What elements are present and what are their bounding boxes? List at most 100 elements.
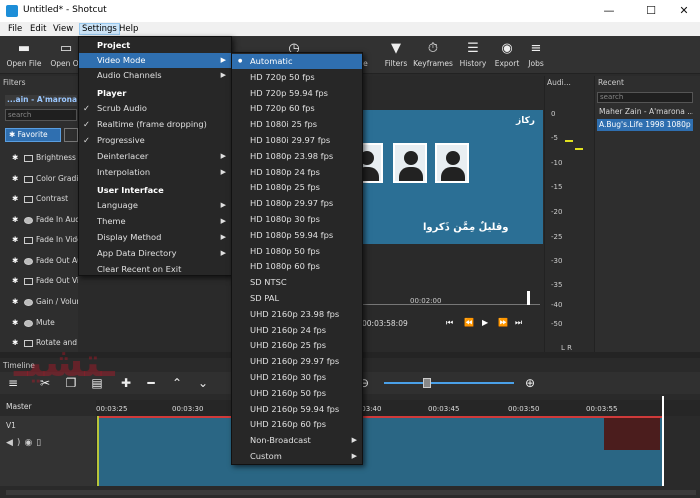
- overwrite-icon[interactable]: ⌄: [195, 375, 211, 391]
- recent-panel: Recent search Maher Zain - A'marona ... …: [594, 76, 700, 356]
- menu-item-display-method[interactable]: Display Method ▶: [79, 230, 231, 245]
- menu-view[interactable]: View: [51, 23, 75, 35]
- lift-icon[interactable]: ⌃: [169, 375, 185, 391]
- keyframes-button[interactable]: ⏱ Keyframes: [411, 39, 455, 71]
- track-name: V1: [6, 421, 16, 430]
- menu-item-video-mode[interactable]: Video Mode ▶: [79, 53, 231, 68]
- recent-item[interactable]: Maher Zain - A'marona ...: [597, 106, 693, 118]
- menu-section-player: Player: [97, 88, 127, 98]
- video-mode-label: HD 720p 60 fps: [250, 103, 315, 114]
- video-mode-item[interactable]: UHD 2160p 29.97 fps: [232, 354, 362, 369]
- menu-item-audio-channels[interactable]: Audio Channels ▶: [79, 68, 231, 83]
- video-mode-item[interactable]: HD 720p 50 fps: [232, 70, 362, 85]
- timeline-ruler[interactable]: 00:03:25 00:03:30 00:03:40 00:03:45 00:0…: [96, 400, 700, 416]
- video-mode-label: UHD 2160p 59.94 fps: [250, 403, 340, 414]
- menu-item-deinterlacer[interactable]: Deinterlacer ▶: [79, 149, 231, 164]
- jobs-button[interactable]: ≡ Jobs: [514, 39, 558, 71]
- video-mode-item[interactable]: UHD 2160p 24 fps: [232, 323, 362, 338]
- video-mode-item[interactable]: UHD 2160p 60 fps: [232, 417, 362, 432]
- menu-file[interactable]: File: [6, 23, 24, 35]
- video-mode-label: UHD 2160p 60 fps: [250, 419, 327, 430]
- video-mode-item[interactable]: ● Automatic: [232, 54, 362, 69]
- video-mode-item[interactable]: UHD 2160p 25 fps: [232, 338, 362, 353]
- mute-icon[interactable]: ◀): [6, 438, 24, 448]
- menu-item-theme[interactable]: Theme ▶: [79, 214, 231, 229]
- preview-ruler[interactable]: 00:02:00: [360, 291, 540, 305]
- portrait-thumbnail: [393, 143, 427, 183]
- append-icon[interactable]: ✚: [118, 375, 134, 391]
- menu-item-app-data-directory[interactable]: App Data Directory ▶: [79, 246, 231, 261]
- video-filters-tab[interactable]: [64, 128, 78, 142]
- menu-help[interactable]: Help: [117, 23, 140, 35]
- filters-search-input[interactable]: search: [5, 109, 77, 121]
- video-mode-item[interactable]: HD 1080p 25 fps: [232, 180, 362, 195]
- lock-icon[interactable]: ▯: [36, 438, 45, 448]
- skip-end-button[interactable]: ⏭: [515, 318, 522, 328]
- menu-settings[interactable]: Settings: [79, 23, 120, 35]
- zoom-slider[interactable]: [384, 382, 514, 384]
- video-mode-label: UHD 2160p 25 fps: [250, 340, 327, 351]
- settings-menu: Project Video Mode ▶ Audio Channels ▶ Play…: [78, 36, 232, 276]
- favorite-tab[interactable]: ✱ Favorite: [5, 128, 61, 142]
- video-mode-label: HD 1080p 50 fps: [250, 245, 320, 256]
- fast-forward-button[interactable]: ⏩: [498, 318, 508, 327]
- zoom-in-icon[interactable]: ⊕: [522, 375, 538, 391]
- video-mode-item[interactable]: HD 1080p 24 fps: [232, 165, 362, 180]
- video-mode-item[interactable]: Non-Broadcast ▶: [232, 433, 362, 448]
- video-mode-item[interactable]: UHD 2160p 59.94 fps: [232, 402, 362, 417]
- video-mode-item[interactable]: UHD 2160p 30 fps: [232, 370, 362, 385]
- recent-search-input[interactable]: search: [597, 92, 693, 103]
- current-time: 00:03:58:09: [362, 319, 408, 328]
- menu-item-interpolation[interactable]: Interpolation ▶: [79, 165, 231, 180]
- close-button[interactable]: ✕: [670, 3, 698, 19]
- timeline-scrollbar[interactable]: [6, 490, 696, 495]
- audio-panel-title: Audi...: [547, 78, 571, 87]
- star-icon: ✱: [12, 153, 19, 162]
- menu-item-label: Theme: [97, 216, 126, 226]
- recent-panel-title: Recent: [598, 78, 624, 87]
- video-mode-item[interactable]: HD 1080i 25 fps: [232, 117, 362, 132]
- video-mode-item[interactable]: SD NTSC: [232, 275, 362, 290]
- video-mode-item[interactable]: HD 1080p 29.97 fps: [232, 196, 362, 211]
- video-mode-submenu: ● Automatic HD 720p 50 fps HD 720p 59.94 fp…: [231, 52, 363, 465]
- video-mode-item[interactable]: UHD 2160p 50 fps: [232, 386, 362, 401]
- menu-item-language[interactable]: Language ▶: [79, 198, 231, 213]
- maximize-button[interactable]: ☐: [637, 3, 665, 19]
- zoom-slider-handle[interactable]: [423, 378, 431, 388]
- minimize-button[interactable]: —: [595, 3, 623, 19]
- eye-icon[interactable]: ◉: [24, 438, 36, 448]
- video-mode-item[interactable]: HD 1080i 29.97 fps: [232, 133, 362, 148]
- video-mode-item[interactable]: HD 720p 60 fps: [232, 101, 362, 116]
- remove-icon[interactable]: ━: [143, 375, 159, 391]
- video-mode-item[interactable]: HD 720p 59.94 fps: [232, 86, 362, 101]
- video-mode-item[interactable]: Custom ▶: [232, 449, 362, 464]
- menu-item-realtime[interactable]: ✓ Realtime (frame dropping): [79, 117, 231, 132]
- menu-edit[interactable]: Edit: [28, 23, 48, 35]
- open-file-button[interactable]: ▬ Open File: [2, 39, 46, 71]
- chevron-right-icon: ▶: [220, 152, 226, 160]
- video-mode-item[interactable]: SD PAL: [232, 291, 362, 306]
- video-mode-item[interactable]: HD 1080p 23.98 fps: [232, 149, 362, 164]
- recent-item[interactable]: A.Bug's.Life 1998 1080p ...: [597, 119, 693, 131]
- monitor-icon: [24, 195, 33, 203]
- video-mode-item[interactable]: HD 1080p 50 fps: [232, 244, 362, 259]
- video-mode-label: UHD 2160p 23.98 fps: [250, 308, 340, 319]
- play-button[interactable]: ▶: [482, 318, 488, 327]
- video-mode-item[interactable]: HD 1080p 30 fps: [232, 212, 362, 227]
- video-mode-item[interactable]: HD 1080p 59.94 fps: [232, 228, 362, 243]
- db-label: -35: [551, 281, 563, 289]
- video-mode-item[interactable]: HD 1080p 60 fps: [232, 259, 362, 274]
- video-clip[interactable]: [97, 416, 662, 486]
- menu-item-clear-recent[interactable]: Clear Recent on Exit: [79, 262, 231, 277]
- timeline-playhead[interactable]: [662, 396, 664, 486]
- video-frame[interactable]: ركاز وقليلٌ مِمَّن ذَكروا: [333, 110, 543, 244]
- video-caption: وقليلٌ مِمَّن ذَكروا: [423, 222, 509, 233]
- rewind-button[interactable]: ⏪: [464, 318, 474, 327]
- preview-playhead[interactable]: [527, 291, 530, 305]
- video-mode-item[interactable]: UHD 2160p 23.98 fps: [232, 307, 362, 322]
- filters-panel-title: Filters: [3, 78, 26, 87]
- monitor-icon: [24, 236, 33, 244]
- menu-item-progressive[interactable]: ✓ Progressive: [79, 133, 231, 148]
- menu-item-scrub-audio[interactable]: ✓ Scrub Audio: [79, 101, 231, 116]
- skip-start-button[interactable]: ⏮: [446, 318, 453, 328]
